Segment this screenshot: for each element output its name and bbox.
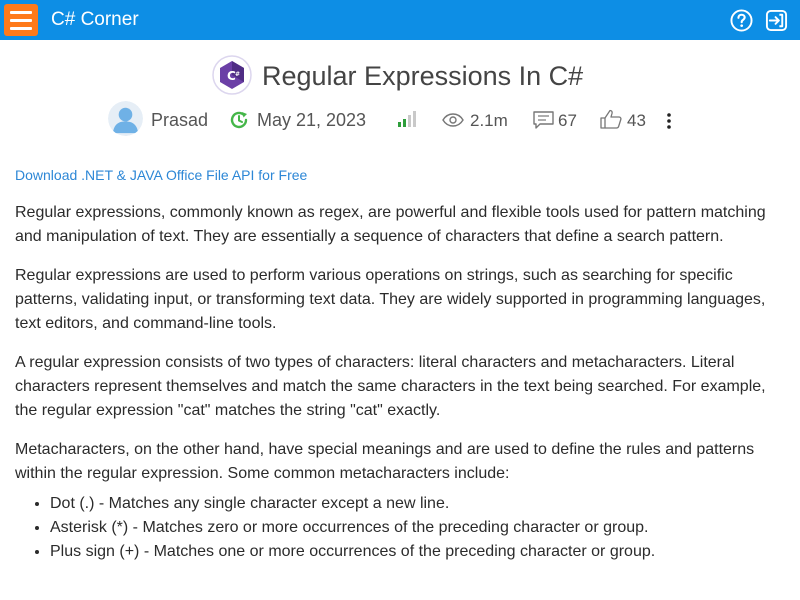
paragraph: A regular expression consists of two typ… <box>15 354 766 419</box>
article-title-row: C # Regular Expressions In C# <box>0 55 800 97</box>
svg-text:#: # <box>235 71 240 78</box>
updated-clock-icon <box>230 111 248 129</box>
hamburger-menu-icon[interactable] <box>4 4 38 36</box>
article-title: Regular Expressions In C# <box>262 61 584 91</box>
list-item: Dot (.) - Matches any single character e… <box>50 492 785 516</box>
csharp-logo-icon: C # <box>212 55 252 95</box>
paragraph: Regular expressions, commonly known as r… <box>15 204 766 245</box>
avatar[interactable] <box>108 101 143 136</box>
list-item: Plus sign (+) - Matches one or more occu… <box>50 540 785 564</box>
download-office-api-link[interactable]: Download .NET & JAVA Office File API for… <box>15 167 307 183</box>
metacharacter-list: Dot (.) - Matches any single character e… <box>15 492 785 564</box>
more-options-icon[interactable] <box>664 112 674 130</box>
level-bars-icon <box>398 111 416 127</box>
article-body: Regular expressions, commonly known as r… <box>15 201 785 564</box>
paragraph: Metacharacters, on the other hand, have … <box>15 441 755 482</box>
author-name[interactable]: Prasad <box>151 110 208 131</box>
like-count: 43 <box>627 111 646 130</box>
thumbs-up-icon[interactable] <box>600 109 622 129</box>
paragraph: Regular expressions are used to perform … <box>15 267 766 332</box>
comment-icon[interactable] <box>533 111 554 129</box>
list-item: Asterisk (*) - Matches zero or more occu… <box>50 516 785 540</box>
comment-count: 67 <box>558 111 577 130</box>
publish-date: May 21, 2023 <box>257 110 367 130</box>
view-count: 2.1m <box>470 111 508 130</box>
site-brand[interactable]: C# Corner <box>51 9 139 31</box>
sign-in-icon[interactable] <box>765 9 788 32</box>
top-navbar: C# Corner <box>0 0 800 40</box>
question-icon[interactable] <box>730 9 753 32</box>
article-meta: Prasad May 21, 2023 2.1m 67 43 <box>0 100 800 140</box>
eye-icon <box>442 113 464 127</box>
